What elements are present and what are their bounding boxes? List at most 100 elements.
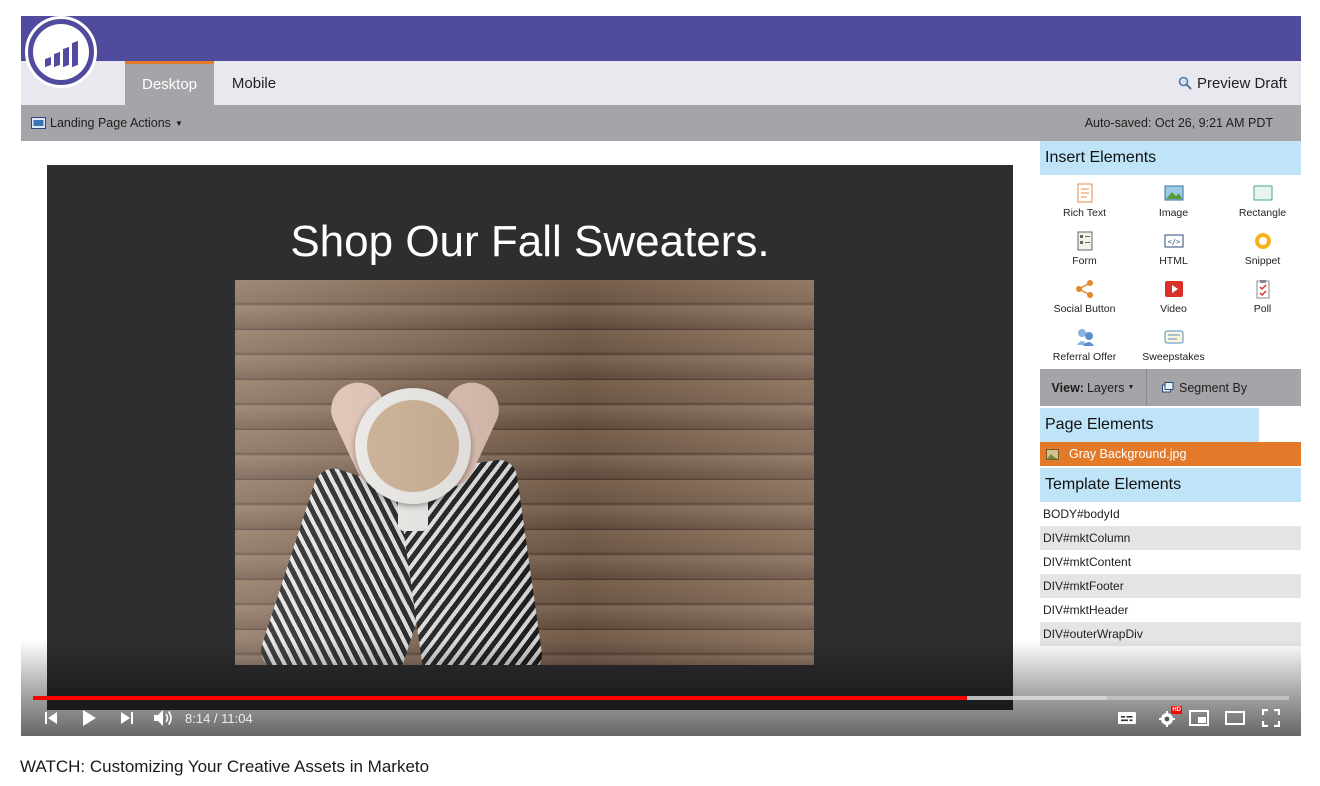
miniplayer-button[interactable] [1187,706,1211,730]
tab-desktop[interactable]: Desktop [125,61,214,105]
fullscreen-button[interactable] [1259,706,1283,730]
insert-html-label: HTML [1159,255,1188,267]
template-element-row[interactable]: DIV#mktFooter [1040,574,1301,598]
template-element-row[interactable]: BODY#bodyId [1040,502,1301,526]
insert-image-label: Image [1158,207,1189,219]
insert-referral-offer[interactable]: Referral Offer [1040,319,1129,367]
landing-page-canvas[interactable]: Shop Our Fall Sweaters. [21,141,1039,736]
rich-text-icon [1077,183,1092,203]
hd-badge: HD [1171,706,1182,714]
progress-played [33,696,968,700]
insert-poll-label: Poll [1253,303,1272,315]
time-display: 8:14 / 11:04 [185,710,253,726]
insert-video-label: Video [1160,303,1187,315]
subtitles-icon [1118,712,1136,724]
previous-icon [45,712,57,724]
theater-icon [1225,711,1245,725]
fullscreen-icon [1262,709,1280,727]
volume-button[interactable] [151,706,175,730]
segment-icon [1162,382,1174,393]
page-element-label: Gray Background.jpg [1069,447,1187,461]
insert-image[interactable]: Image [1129,175,1218,223]
sweater-coffee-photo[interactable] [235,280,814,665]
play-button[interactable] [77,706,101,730]
rectangle-icon [1253,185,1272,201]
previous-button[interactable] [39,706,63,730]
video-icon [1164,281,1183,297]
video-title[interactable]: WATCH: Customizing Your Creative Assets … [20,757,429,777]
page-elements-heading: Page Elements [1040,408,1259,442]
player-controls: 8:14 / 11:04 HD [21,704,1301,732]
html-icon: </> [1164,234,1183,248]
segment-by-label: Segment By [1179,380,1248,395]
svg-text:</>: </> [1167,238,1180,246]
editor-toolbar: Landing Page Actions ▼ Auto-saved: Oct 2… [21,105,1301,141]
chevron-down-icon: ▼ [1127,384,1135,391]
template-element-row[interactable]: DIV#mktHeader [1040,598,1301,622]
insert-referral-offer-label: Referral Offer [1052,351,1117,363]
next-button[interactable] [115,706,139,730]
tab-mobile-label: Mobile [231,74,277,92]
view-layers-dropdown[interactable]: View: Layers ▼ [1040,369,1147,406]
theater-mode-button[interactable] [1223,706,1247,730]
marketo-logo [25,16,97,88]
image-icon [1046,448,1059,460]
preview-draft-button[interactable]: Preview Draft [1178,61,1287,105]
insert-rich-text-label: Rich Text [1063,207,1106,219]
insert-snippet[interactable]: Snippet [1218,223,1301,271]
video-player[interactable]: Desktop Mobile Preview Draft Landing Pag… [21,16,1301,736]
view-bar: View: Layers ▼ Segment By [1040,369,1301,406]
snippet-icon [1254,233,1271,249]
insert-elements-heading: Insert Elements [1040,141,1301,175]
miniplayer-icon [1189,710,1209,726]
poll-icon [1256,280,1269,299]
sweepstakes-icon [1164,330,1183,344]
tab-mobile[interactable]: Mobile [214,61,294,105]
landing-page-actions-label: Landing Page Actions [50,116,171,130]
page-element-gray-background[interactable]: Gray Background.jpg [1040,442,1301,466]
marketo-header-bar [21,16,1301,61]
insert-rectangle[interactable]: Rectangle [1218,175,1301,223]
editor-tab-bar: Desktop Mobile Preview Draft [21,61,1301,105]
gray-background-element[interactable]: Shop Our Fall Sweaters. [47,165,1013,710]
template-elements-heading: Template Elements [1040,468,1301,502]
autosave-status: Auto-saved: Oct 26, 9:21 AM PDT [1084,116,1273,130]
template-element-row[interactable]: DIV#outerWrapDiv [1040,622,1301,646]
page-actions-icon [31,117,46,129]
template-elements-list: BODY#bodyId DIV#mktColumn DIV#mktContent… [1040,502,1301,646]
template-element-row[interactable]: DIV#mktContent [1040,550,1301,574]
form-icon [1077,231,1092,251]
insert-snippet-label: Snippet [1244,255,1281,267]
play-icon [83,710,96,726]
search-icon [1178,76,1192,90]
insert-social-button[interactable]: Social Button [1040,271,1129,319]
insert-sweepstakes-label: Sweepstakes [1142,351,1205,363]
insert-video[interactable]: Video [1129,271,1218,319]
image-icon [1164,185,1183,201]
chevron-down-icon: ▼ [174,118,183,128]
insert-rich-text[interactable]: Rich Text [1040,175,1129,223]
view-value: Layers [1086,380,1125,395]
settings-button[interactable]: HD [1152,706,1182,730]
social-button-icon [1075,280,1093,298]
referral-offer-icon [1076,329,1094,346]
view-label: View: [1051,380,1084,395]
volume-icon [154,710,172,726]
preview-draft-label: Preview Draft [1196,74,1287,92]
progress-bar[interactable] [33,696,1289,700]
insert-form[interactable]: Form [1040,223,1129,271]
landing-page-actions-menu[interactable]: Landing Page Actions ▼ [31,105,183,141]
template-element-row[interactable]: DIV#mktColumn [1040,526,1301,550]
subtitles-button[interactable] [1115,706,1139,730]
insert-social-button-label: Social Button [1053,303,1116,315]
insert-sweepstakes[interactable]: Sweepstakes [1129,319,1218,367]
insert-rectangle-label: Rectangle [1238,207,1287,219]
segment-by-button[interactable]: Segment By [1148,369,1301,406]
landing-page-headline[interactable]: Shop Our Fall Sweaters. [47,217,1013,267]
insert-form-label: Form [1072,255,1097,267]
tab-desktop-label: Desktop [141,76,198,93]
elements-panel: Insert Elements Rich Text Image Rectangl… [1040,141,1301,736]
next-icon [121,712,133,724]
insert-html[interactable]: </> HTML [1129,223,1218,271]
insert-poll[interactable]: Poll [1218,271,1301,319]
